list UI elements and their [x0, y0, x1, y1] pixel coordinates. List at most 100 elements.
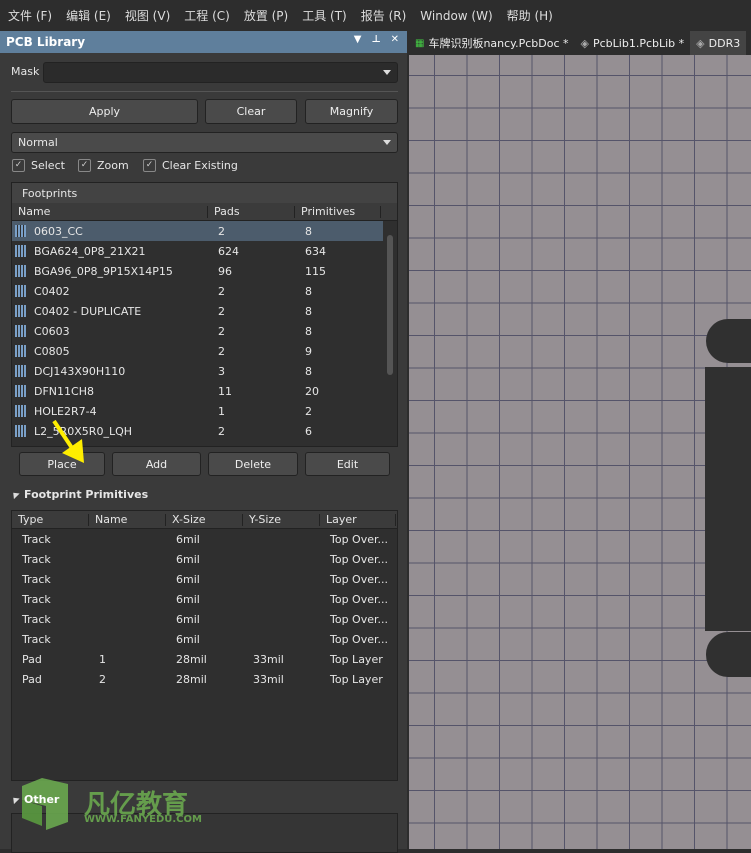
footprint-pads: 3 [218, 364, 225, 378]
col-pads[interactable]: Pads [208, 205, 295, 218]
footprints-group: Footprints Name Pads Primitives 0603_CC 2… [11, 182, 398, 447]
footprint-primitives: 6 [305, 424, 312, 438]
tab-label: DDR3 [708, 36, 741, 50]
watermark-logo: 凡亿教育 WWW.FANYEDU.COM [20, 778, 202, 835]
table-row[interactable]: 0603_CC 2 8 [12, 221, 383, 241]
primitive-cell: Top Over... [330, 532, 388, 546]
primitive-cell: Track [22, 592, 51, 606]
tab-pcblib1[interactable]: ◈ PcbLib1.PcbLib * [575, 31, 691, 55]
footprint-primitives: 115 [305, 264, 326, 278]
collapse-icon [10, 489, 20, 500]
select-checkbox[interactable]: ✓ Select [12, 159, 65, 172]
primitive-cell: Track [22, 612, 51, 626]
menu-edit[interactable]: 编辑 (E) [66, 7, 111, 24]
table-row[interactable]: Track 6mil Top Over... [12, 629, 397, 649]
footprints-scrollbar[interactable] [383, 221, 397, 446]
clear-existing-checkbox[interactable]: ✓ Clear Existing [143, 159, 238, 172]
other-header[interactable]: Other [10, 793, 59, 806]
pcb-library-panel: PCB Library ▼ ⊥ ✕ Mask Apply Clear Magni… [0, 31, 407, 853]
footprint-name: DCJ143X90H110 [34, 364, 126, 378]
footprint-name: BGA624_0P8_21X21 [34, 244, 146, 258]
pad-shape[interactable] [706, 319, 751, 363]
edit-button[interactable]: Edit [305, 452, 390, 476]
apply-button[interactable]: Apply [11, 99, 198, 124]
delete-button[interactable]: Delete [208, 452, 298, 476]
chevron-down-icon [383, 140, 391, 145]
tab-pcbdoc[interactable]: ▦ 车牌识别板nancy.PcbDoc * [409, 31, 575, 55]
footprint-icon [15, 285, 26, 297]
pad-shape[interactable] [706, 632, 751, 677]
checkbox-label: Zoom [97, 159, 129, 172]
tab-label: PcbLib1.PcbLib * [593, 36, 685, 50]
clear-button[interactable]: Clear [205, 99, 297, 124]
table-row[interactable]: BGA96_0P8_9P15X14P15 96 115 [12, 261, 383, 281]
footprint-pads: 2 [218, 224, 225, 238]
panel-menu-icon[interactable]: ▼ [354, 34, 362, 45]
table-row[interactable]: Pad 2 28mil 33mil Top Layer [12, 669, 397, 689]
table-row[interactable]: DCJ143X90H110 3 8 [12, 361, 383, 381]
table-row[interactable]: Track 6mil Top Over... [12, 589, 397, 609]
table-row[interactable]: Pad 1 28mil 33mil Top Layer [12, 649, 397, 669]
footprint-pads: 2 [218, 424, 225, 438]
menu-view[interactable]: 视图 (V) [125, 7, 170, 24]
mask-input[interactable] [43, 62, 398, 83]
menu-place[interactable]: 放置 (P) [244, 7, 288, 24]
menu-file[interactable]: 文件 (F) [8, 7, 52, 24]
primitive-cell: Top Over... [330, 632, 388, 646]
col-x-size[interactable]: X-Size [166, 513, 243, 526]
col-name[interactable]: Name [89, 513, 166, 526]
primitive-cell: Track [22, 632, 51, 646]
footprint-primitives-header[interactable]: Footprint Primitives [10, 488, 148, 501]
menu-project[interactable]: 工程 (C) [184, 7, 230, 24]
footprint-primitives: 8 [305, 284, 312, 298]
menu-reports[interactable]: 报告 (R) [361, 7, 407, 24]
add-button[interactable]: Add [112, 452, 201, 476]
col-name[interactable]: Name [12, 205, 208, 218]
table-row[interactable]: C0805 2 9 [12, 341, 383, 361]
tab-ddr3[interactable]: ◈ DDR3 [690, 31, 747, 55]
menu-window[interactable]: Window (W) [420, 9, 492, 23]
component-body[interactable] [705, 367, 751, 631]
table-row[interactable]: C0402 2 8 [12, 281, 383, 301]
footprint-pads: 2 [218, 284, 225, 298]
footprint-primitives: 8 [305, 224, 312, 238]
table-row[interactable]: DFN11CH8 11 20 [12, 381, 383, 401]
primitive-cell: 6mil [176, 592, 200, 606]
chevron-down-icon[interactable] [383, 70, 391, 75]
footprint-name: C0603 [34, 324, 70, 338]
footprint-icon [15, 385, 26, 397]
table-row[interactable]: Track 6mil Top Over... [12, 529, 397, 549]
col-type[interactable]: Type [12, 513, 89, 526]
menu-tools[interactable]: 工具 (T) [302, 7, 347, 24]
close-icon[interactable]: ✕ [391, 34, 399, 45]
table-row[interactable]: BGA624_0P8_21X21 624 634 [12, 241, 383, 261]
checkbox-label: Clear Existing [162, 159, 238, 172]
table-row[interactable]: C0603 2 8 [12, 321, 383, 341]
table-row[interactable]: Track 6mil Top Over... [12, 569, 397, 589]
primitives-header: Type Name X-Size Y-Size Layer [12, 511, 397, 529]
mode-select[interactable]: Normal [11, 132, 398, 153]
pcb-doc-icon: ▦ [415, 37, 425, 49]
footprint-icon [15, 405, 26, 417]
col-primitives[interactable]: Primitives [295, 205, 381, 218]
zoom-checkbox[interactable]: ✓ Zoom [78, 159, 129, 172]
panel-title: PCB Library [6, 35, 86, 49]
table-row[interactable]: C0402 - DUPLICATE 2 8 [12, 301, 383, 321]
col-layer[interactable]: Layer [320, 513, 396, 526]
footprint-icon [15, 425, 26, 437]
menu-help[interactable]: 帮助 (H) [507, 7, 553, 24]
footprints-header: Name Pads Primitives [12, 203, 397, 221]
table-row[interactable]: Track 6mil Top Over... [12, 549, 397, 569]
footprint-primitives: 9 [305, 344, 312, 358]
magnify-button[interactable]: Magnify [305, 99, 398, 124]
table-row[interactable]: Track 6mil Top Over... [12, 609, 397, 629]
footprint-name: C0805 [34, 344, 70, 358]
col-y-size[interactable]: Y-Size [243, 513, 320, 526]
divider [11, 91, 398, 92]
footprint-pads: 2 [218, 324, 225, 338]
collapse-icon [10, 794, 20, 805]
mask-label: Mask [11, 65, 40, 78]
pcb-canvas[interactable] [409, 55, 751, 849]
pin-icon[interactable]: ⊥ [371, 34, 380, 45]
scroll-thumb[interactable] [387, 235, 393, 375]
